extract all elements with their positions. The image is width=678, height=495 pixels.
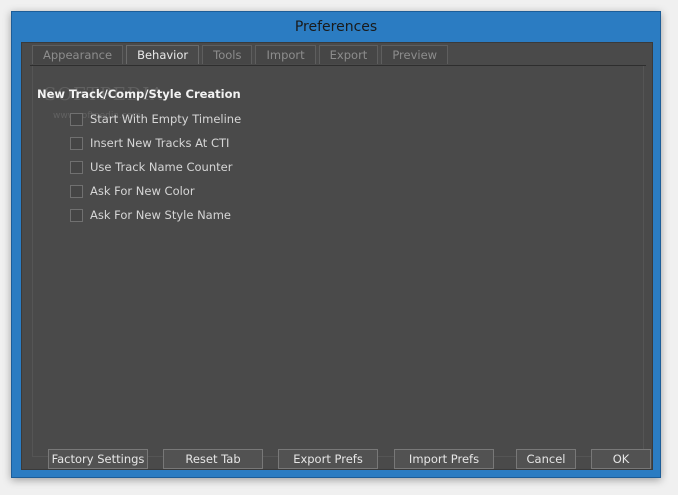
tab-appearance[interactable]: Appearance: [32, 45, 124, 64]
dialog-client-area: Appearance Behavior Tools Import Export …: [21, 42, 653, 470]
checkbox[interactable]: [70, 184, 83, 198]
option-label: Ask For New Style Name: [90, 208, 232, 222]
window-title: Preferences: [294, 19, 378, 35]
section-title: New Track/Comp/Style Creation: [37, 87, 241, 101]
tab-preview[interactable]: Preview: [381, 45, 449, 64]
option-label: Ask For New Color: [90, 184, 195, 198]
factory-settings-button[interactable]: Factory Settings: [48, 449, 148, 469]
reset-tab-button[interactable]: Reset Tab: [163, 449, 263, 469]
tab-tools[interactable]: Tools: [202, 45, 253, 64]
tab-behavior[interactable]: Behavior: [126, 45, 200, 64]
option-insert-new-tracks-at-cti[interactable]: Insert New Tracks At CTI: [70, 136, 229, 150]
checkbox[interactable]: [70, 112, 83, 126]
tab-import[interactable]: Import: [255, 45, 316, 64]
option-start-with-empty-timeline[interactable]: Start With Empty Timeline: [70, 112, 241, 126]
tab-export[interactable]: Export: [318, 45, 379, 64]
cancel-button[interactable]: Cancel: [516, 449, 576, 469]
checkbox[interactable]: [70, 136, 83, 150]
option-ask-for-new-style-name[interactable]: Ask For New Style Name: [70, 208, 231, 222]
option-use-track-name-counter[interactable]: Use Track Name Counter: [70, 160, 232, 174]
option-ask-for-new-color[interactable]: Ask For New Color: [70, 184, 195, 198]
checkbox[interactable]: [70, 208, 83, 222]
option-label: Start With Empty Timeline: [90, 112, 242, 126]
tab-bar: Appearance Behavior Tools Import Export …: [32, 45, 451, 65]
preferences-window: Preferences Appearance Behavior Tools Im…: [11, 11, 661, 478]
option-label: Use Track Name Counter: [90, 160, 233, 174]
ok-button[interactable]: OK: [591, 449, 651, 469]
option-label: Insert New Tracks At CTI: [90, 136, 230, 150]
import-prefs-button[interactable]: Import Prefs: [394, 449, 494, 469]
export-prefs-button[interactable]: Export Prefs: [278, 449, 378, 469]
checkbox[interactable]: [70, 160, 83, 174]
